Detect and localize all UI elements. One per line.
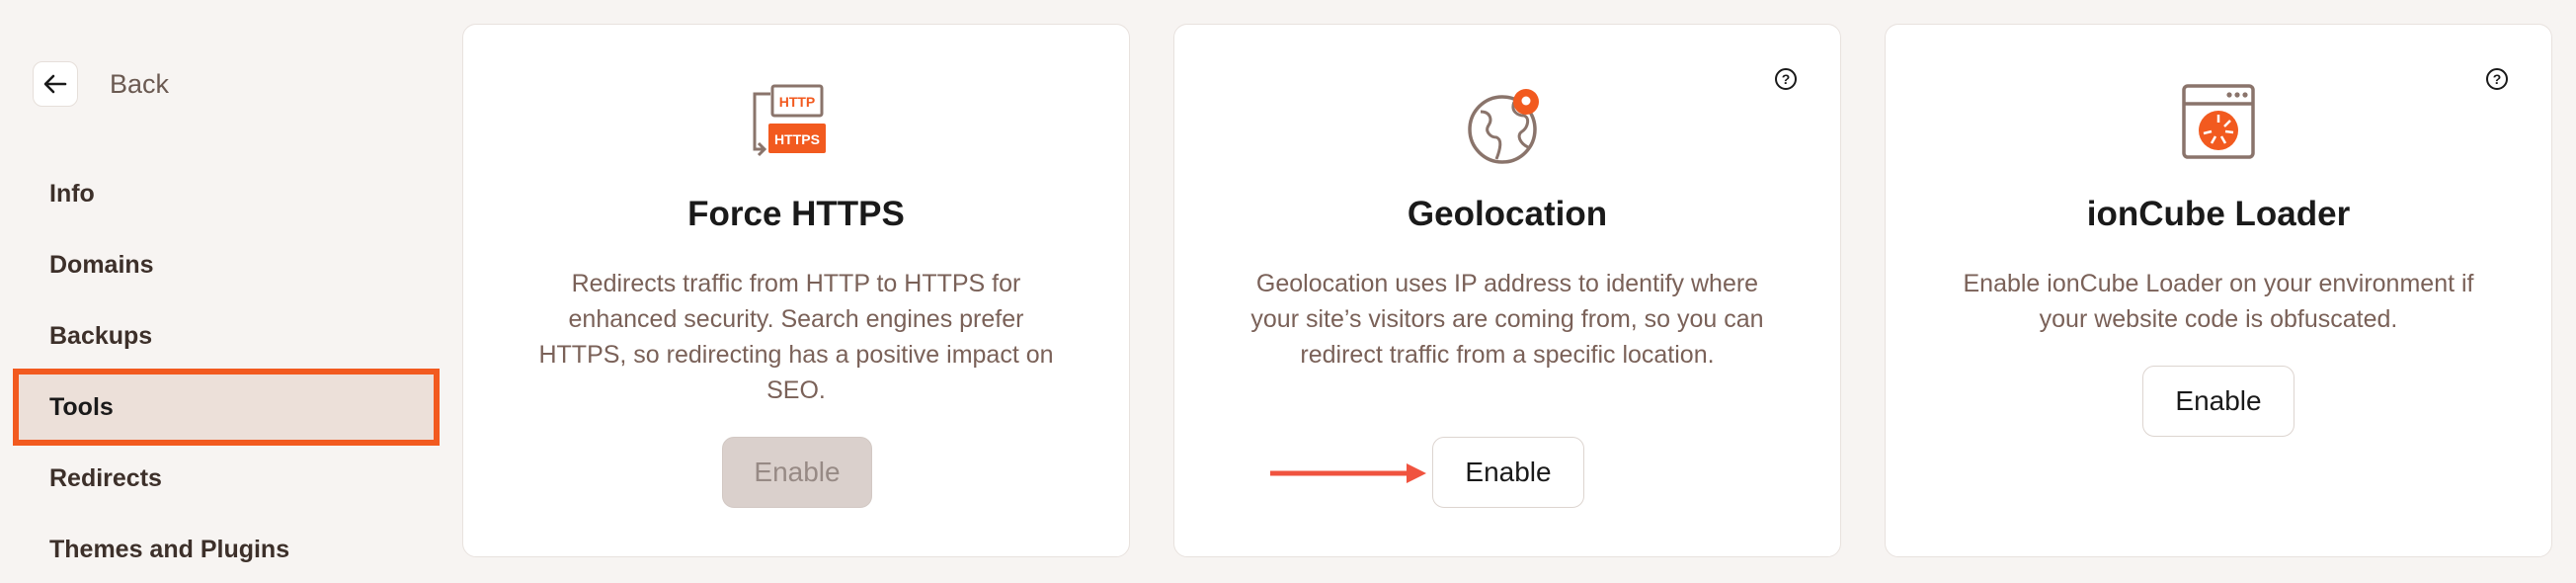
back-row: Back [33, 61, 169, 107]
sidebar-item-tools[interactable]: Tools [13, 369, 440, 446]
sidebar-item-domains[interactable]: Domains [16, 229, 437, 300]
enable-ioncube-loader-button[interactable]: Enable [2142, 366, 2294, 437]
card-description: Geolocation uses IP address to identify … [1250, 270, 1764, 369]
sidebar-nav: Info Domains Backups Tools Redirects The… [13, 158, 440, 583]
icon-container: HTTP HTTPS [463, 82, 1129, 167]
force-https-card: HTTP HTTPS Force HTTPS Redirects traffic… [462, 24, 1130, 557]
ioncube-browser-icon [2182, 84, 2255, 159]
sidebar: Back Info Domains Backups Tools Redirect… [0, 0, 444, 583]
ioncube-loader-card: ? ionCube Loader Enable ionCube Loader o… [1885, 24, 2552, 557]
arrow-left-icon [43, 74, 67, 94]
card-title: ionCube Loader [2086, 195, 2351, 233]
http-icon-label: HTTP [779, 94, 816, 110]
page: Back Info Domains Backups Tools Redirect… [0, 0, 2576, 583]
icon-container [1886, 82, 2551, 167]
annotation-arrow-icon [1270, 463, 1426, 483]
back-button[interactable] [33, 61, 78, 107]
sidebar-item-redirects[interactable]: Redirects [16, 443, 437, 514]
back-label[interactable]: Back [110, 69, 169, 100]
icon-container [1174, 82, 1840, 167]
enable-force-https-button[interactable]: Enable [722, 437, 872, 508]
sidebar-item-info[interactable]: Info [16, 158, 437, 229]
card-description: Enable ionCube Loader on your environmen… [1963, 270, 2474, 333]
enable-geolocation-button[interactable]: Enable [1432, 437, 1584, 508]
https-icon-label: HTTPS [774, 131, 820, 147]
https-redirect-icon: HTTP HTTPS [753, 84, 826, 157]
card-title: Geolocation [1407, 195, 1608, 233]
card-title: Force HTTPS [687, 195, 905, 233]
card-description: Redirects traffic from HTTP to HTTPS for… [538, 270, 1054, 404]
globe-location-icon [1468, 89, 1539, 164]
sidebar-item-backups[interactable]: Backups [16, 300, 437, 372]
sidebar-item-themes-and-plugins[interactable]: Themes and Plugins [16, 514, 437, 583]
